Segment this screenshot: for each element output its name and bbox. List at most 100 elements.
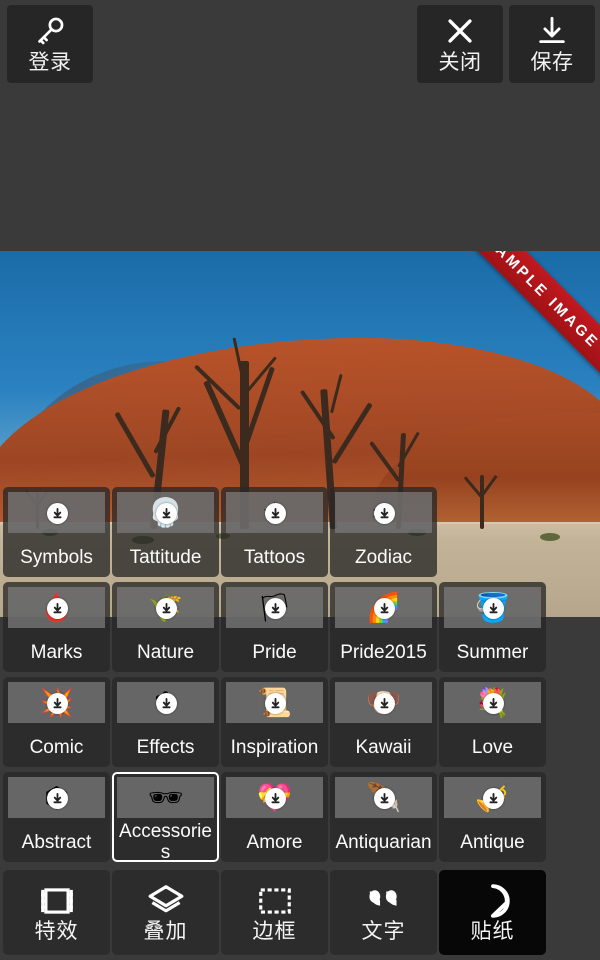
sticker-pack-row: 💥 Comic ❇ Effects 📜 Inspiration 🐶 Kawaii 💐 Love	[0, 677, 600, 772]
sticker-pack-thumbnail: 🕶	[117, 777, 214, 818]
sticker-pack-thumbnail: 📜	[226, 682, 323, 723]
download-arrow-icon[interactable]	[264, 787, 286, 809]
sticker-pack-thumbnail: ♒	[335, 492, 432, 533]
download-arrow-icon[interactable]	[373, 692, 395, 714]
download-arrow-icon[interactable]	[264, 692, 286, 714]
download-arrow-icon[interactable]	[373, 787, 395, 809]
sticker-pack-label: Tattitude	[129, 546, 202, 568]
download-arrow-icon[interactable]	[264, 502, 286, 524]
download-arrow-icon[interactable]	[482, 597, 504, 619]
sticker-pack-label: Kawaii	[355, 736, 412, 758]
sticker-pack-thumbnail: 💐	[444, 682, 541, 723]
sticker-pack-tile[interactable]: 💐 Love	[439, 677, 546, 767]
sticker-pack-thumbnail: 🌈	[335, 587, 432, 628]
download-arrow-icon[interactable]	[155, 502, 177, 524]
sticker-pack-thumbnail: 🪣	[444, 587, 541, 628]
download-arrow-icon[interactable]	[482, 692, 504, 714]
sticker-pack-thumbnail: 🩸	[8, 587, 105, 628]
download-arrow-icon[interactable]	[373, 502, 395, 524]
sticker-pack-label: Antique	[460, 831, 525, 853]
sticker-pack-tile[interactable]: 🪣 Summer	[439, 582, 546, 672]
sticker-pack-row: 🩸 Marks 🌾 Nature 🏳 Pride 🌈 Pride2015 🪣 Summer	[0, 582, 600, 677]
sticker-pack-grid[interactable]: ♣ Symbols 💀 Tattitude ★ Tattoos ♒ Zodiac 🩸 Marks 🌾…	[0, 487, 600, 865]
film-strip-icon	[38, 882, 76, 916]
close-button[interactable]: 关闭	[417, 5, 503, 83]
frame-icon	[256, 882, 294, 916]
sticker-pack-tile[interactable]: 💀 Tattitude	[112, 487, 219, 577]
download-arrow-icon[interactable]	[482, 787, 504, 809]
login-label: 登录	[28, 50, 72, 74]
sticker-pack-tile[interactable]: 🐶 Kawaii	[330, 677, 437, 767]
bottom-tab-layers[interactable]: 叠加	[112, 870, 219, 955]
sticker-pack-label: Marks	[30, 641, 83, 663]
sticker-pack-thumbnail: 🏳	[226, 587, 323, 628]
sticker-pack-tile[interactable]: 🎺 Antique	[439, 772, 546, 862]
sticker-pack-tile[interactable]: ♣ Symbols	[3, 487, 110, 577]
sticker-pack-label: Accessories	[119, 821, 212, 862]
download-arrow-icon[interactable]	[264, 597, 286, 619]
bottom-tab-label: 叠加	[143, 920, 188, 943]
close-x-icon	[448, 18, 472, 43]
sticker-pack-label: Nature	[136, 641, 195, 663]
bottom-tab-sticker[interactable]: 贴纸	[439, 870, 546, 955]
sticker-pack-tile[interactable]: 💝 Amore	[221, 772, 328, 862]
download-arrow-icon[interactable]	[155, 692, 177, 714]
download-arrow-icon[interactable]	[155, 597, 177, 619]
sticker-pack-row: ⬡ Abstract 🕶 Accessories 💝 Amore 🪶 Antiquarian 🎺…	[0, 772, 600, 867]
bottom-tab-label: 贴纸	[470, 920, 515, 943]
download-arrow-icon[interactable]	[46, 502, 68, 524]
bottom-tab-label: 文字	[361, 920, 406, 943]
sticker-pack-label: Abstract	[21, 831, 92, 853]
save-button[interactable]: 保存	[509, 5, 595, 83]
sticker-pack-label: Inspiration	[230, 736, 319, 758]
sticker-pack-label: Amore	[246, 831, 303, 853]
sticker-pack-tile[interactable]: ♒ Zodiac	[330, 487, 437, 577]
quote-marks-icon	[365, 882, 403, 916]
sticker-pack-tile[interactable]: 📜 Inspiration	[221, 677, 328, 767]
key-icon	[38, 17, 64, 44]
sticker-pack-artwork: 🕶	[147, 781, 184, 813]
bottom-tab-quote-marks[interactable]: 文字	[330, 870, 437, 955]
sticker-pack-thumbnail: ★	[226, 492, 323, 533]
sticker-pack-tile[interactable]: 💥 Comic	[3, 677, 110, 767]
sticker-pack-thumbnail: 💝	[226, 777, 323, 818]
sticker-pack-thumbnail: ⬡	[8, 777, 105, 818]
sticker-pack-tile[interactable]: ★ Tattoos	[221, 487, 328, 577]
sticker-pack-tile[interactable]: ⬡ Abstract	[3, 772, 110, 862]
sticker-pack-thumbnail: 💥	[8, 682, 105, 723]
sticker-pack-row: ♣ Symbols 💀 Tattitude ★ Tattoos ♒ Zodiac	[0, 487, 600, 582]
sticker-pack-tile[interactable]: 🏳 Pride	[221, 582, 328, 672]
download-arrow-icon[interactable]	[373, 597, 395, 619]
bottom-toolbar: 特效 叠加 边框 文字 贴纸	[0, 865, 600, 960]
bottom-tab-label: 特效	[34, 920, 79, 943]
login-button[interactable]: 登录	[7, 5, 93, 83]
sticker-pack-label: Tattoos	[243, 546, 306, 568]
sticker-pack-thumbnail: ♣	[8, 492, 105, 533]
sticker-pack-tile[interactable]: 🕶 Accessories	[112, 772, 219, 862]
sticker-pack-tile[interactable]: 🪶 Antiquarian	[330, 772, 437, 862]
top-toolbar: 登录 关闭 保存	[0, 0, 600, 86]
sticker-pack-label: Pride	[252, 641, 297, 663]
layers-icon	[147, 882, 185, 916]
sticker-pack-tile[interactable]: 🌈 Pride2015	[330, 582, 437, 672]
sticker-pack-label: Summer	[456, 641, 529, 663]
sticker-pack-label: Love	[471, 736, 514, 758]
sticker-icon	[474, 882, 512, 918]
bottom-tab-frame[interactable]: 边框	[221, 870, 328, 955]
sticker-pack-label: Comic	[29, 736, 84, 758]
sticker-pack-tile[interactable]: 🌾 Nature	[112, 582, 219, 672]
sticker-pack-thumbnail: 🪶	[335, 777, 432, 818]
close-label: 关闭	[438, 50, 482, 74]
sticker-pack-label: Effects	[136, 736, 195, 758]
bottom-tab-film-strip[interactable]: 特效	[3, 870, 110, 955]
bottom-tab-label: 边框	[252, 920, 297, 943]
download-arrow-icon[interactable]	[46, 692, 68, 714]
sticker-pack-tile[interactable]: ❇ Effects	[112, 677, 219, 767]
download-arrow-icon[interactable]	[46, 787, 68, 809]
sticker-pack-thumbnail: 🐶	[335, 682, 432, 723]
sticker-pack-tile[interactable]: 🩸 Marks	[3, 582, 110, 672]
sticker-pack-label: Antiquarian	[335, 831, 432, 853]
sticker-pack-label: Zodiac	[354, 546, 413, 568]
sticker-pack-thumbnail: 💀	[117, 492, 214, 533]
download-arrow-icon[interactable]	[46, 597, 68, 619]
